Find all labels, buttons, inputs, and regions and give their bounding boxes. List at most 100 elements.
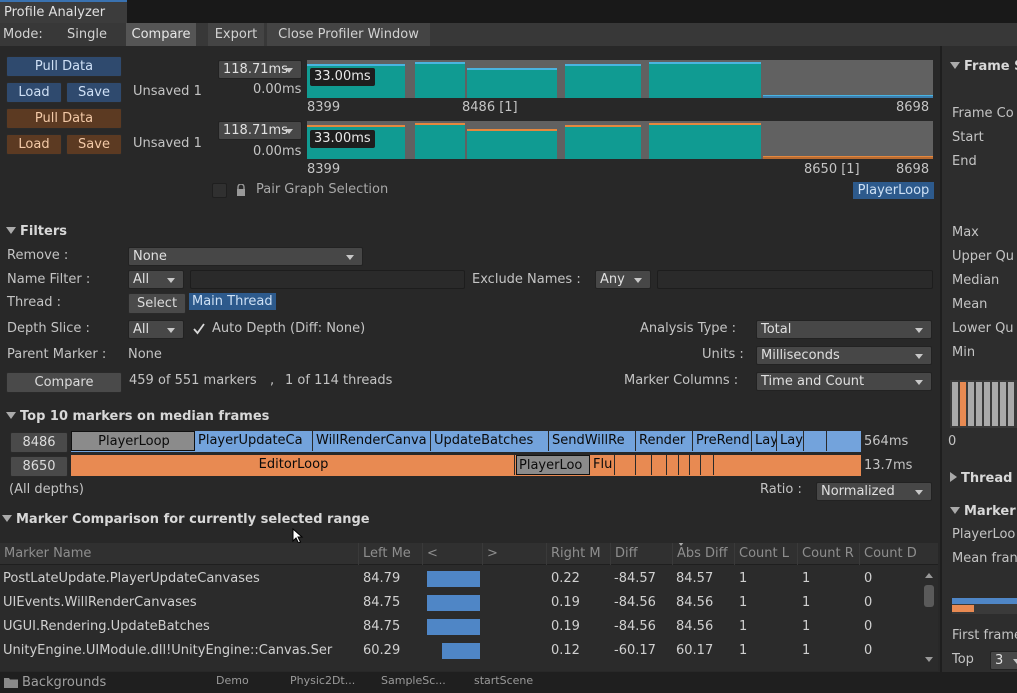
table-cell-cr: 1: [802, 571, 811, 586]
name-filter-dropdown[interactable]: All: [128, 270, 184, 289]
save-button-2[interactable]: Save: [66, 134, 122, 155]
marker-block[interactable]: Render: [637, 431, 693, 451]
marker-block[interactable]: [616, 455, 636, 475]
frame-summary-header[interactable]: Frame S: [950, 58, 1017, 76]
table-cell-abs: 84.56: [676, 619, 714, 634]
pair-selection-checkbox[interactable]: [212, 183, 227, 198]
compare-button[interactable]: Compare: [6, 372, 122, 393]
column-header[interactable]: Abs Diff: [672, 543, 734, 565]
frame-button-1[interactable]: 8486: [10, 432, 68, 453]
name-filter-input[interactable]: [190, 270, 465, 289]
units-dropdown[interactable]: Milliseconds: [756, 346, 932, 365]
marker-block[interactable]: Lay: [778, 431, 804, 451]
scene-tab[interactable]: Demo: [216, 672, 249, 689]
thread-select-button[interactable]: Select: [128, 293, 186, 314]
table-row[interactable]: PostLateUpdate.PlayerUpdateCanvases 84.79…: [0, 567, 921, 591]
marker-block[interactable]: EditorLoop: [71, 455, 515, 475]
auto-depth-checkbox[interactable]: [192, 321, 206, 337]
marker-columns-dropdown[interactable]: Time and Count: [756, 372, 932, 391]
top10-bar-1: PlayerLoop PlayerUpdateCa WillRenderCanv…: [71, 431, 861, 452]
column-header[interactable]: >: [482, 543, 546, 565]
column-header[interactable]: Right M: [546, 543, 610, 565]
mode-single-button[interactable]: Single: [56, 23, 118, 46]
scene-tab[interactable]: SampleSc...: [381, 672, 446, 689]
save-button-1[interactable]: Save: [66, 82, 122, 103]
table-cell-abs: 60.17: [676, 643, 714, 658]
range-dropdown-1[interactable]: 118.71ms: [218, 60, 302, 79]
exclude-names-label: Exclude Names :: [472, 272, 581, 287]
analysis-type-dropdown[interactable]: Total: [756, 320, 932, 339]
marker-block[interactable]: [680, 455, 690, 475]
frame-graph-1[interactable]: [307, 60, 933, 98]
thread-summary-header[interactable]: Thread: [950, 470, 1012, 488]
scroll-down-arrow-icon[interactable]: [925, 657, 933, 662]
graph-start-2: 8399: [307, 162, 341, 177]
exclude-names-input[interactable]: [657, 270, 933, 289]
column-header[interactable]: <: [422, 543, 482, 565]
marker-block[interactable]: [702, 455, 714, 475]
exclude-names-dropdown[interactable]: Any: [595, 270, 651, 289]
backgrounds-label[interactable]: Backgrounds: [22, 672, 106, 693]
marker-block[interactable]: UpdateBatches: [432, 431, 549, 451]
graph-zero-label-2: 0.00ms: [253, 144, 302, 159]
pull-data-button-1[interactable]: Pull Data: [6, 56, 122, 77]
column-header[interactable]: Count D: [859, 543, 921, 565]
frame-graph-2[interactable]: [307, 121, 933, 159]
filters-header[interactable]: Filters: [6, 223, 67, 241]
marker-mini-bar-orange: [952, 605, 974, 612]
pair-selection-label: Pair Graph Selection: [256, 182, 389, 197]
table-row[interactable]: UIEvents.WillRenderCanvases 84.75 0.19 -84.…: [0, 591, 921, 615]
thread-value: Main Thread: [189, 293, 276, 310]
mode-compare-button[interactable]: Compare: [126, 23, 196, 46]
marker-summary-header[interactable]: Marker: [950, 503, 1016, 521]
load-button-2[interactable]: Load: [6, 134, 62, 155]
scene-tab[interactable]: startScene: [474, 672, 533, 689]
column-header[interactable]: Count L: [734, 543, 797, 565]
top-dropdown[interactable]: 3: [990, 651, 1017, 670]
remove-dropdown[interactable]: None: [128, 247, 363, 266]
marker-block[interactable]: Flu: [591, 455, 615, 475]
depth-slice-dropdown[interactable]: All: [128, 320, 184, 339]
histogram-bar: [984, 382, 990, 426]
frame-button-2[interactable]: 8650: [10, 456, 68, 477]
ratio-dropdown[interactable]: Normalized: [816, 482, 932, 501]
pull-data-button-2[interactable]: Pull Data: [6, 108, 122, 129]
marker-block[interactable]: [653, 455, 667, 475]
scroll-up-arrow-icon[interactable]: [925, 573, 933, 578]
histogram-bar: [952, 382, 958, 426]
window-tab[interactable]: Profile Analyzer: [0, 0, 127, 23]
column-header[interactable]: Count R: [797, 543, 859, 565]
scene-tab[interactable]: Physic2Dt...: [290, 672, 355, 689]
marker-mini-bar-blue: [952, 598, 1017, 604]
graph-bar: [467, 68, 557, 98]
load-button-1[interactable]: Load: [6, 82, 62, 103]
table-row[interactable]: UnityEngine.UIModule.dll!UnityEngine::Ca…: [0, 639, 921, 663]
graph-bar: [415, 62, 465, 98]
marker-block[interactable]: [668, 455, 679, 475]
marker-block[interactable]: PreRend: [694, 431, 752, 451]
marker-block[interactable]: PlayerLoo: [516, 455, 590, 475]
marker-block[interactable]: PlayerUpdateCa: [196, 431, 313, 451]
column-header[interactable]: Left Me: [358, 543, 422, 565]
marker-block[interactable]: SendWillRe: [550, 431, 636, 451]
scrollbar-thumb[interactable]: [924, 585, 934, 607]
marker-block[interactable]: WillRenderCanva: [314, 431, 431, 451]
column-header[interactable]: Diff: [610, 543, 672, 565]
close-profiler-button[interactable]: Close Profiler Window: [267, 23, 430, 46]
data-status-2: Unsaved 1: [133, 136, 202, 151]
marker-block[interactable]: [691, 455, 701, 475]
table-row[interactable]: UGUI.Rendering.UpdateBatches 84.75 0.19 -84…: [0, 615, 921, 639]
top10-header[interactable]: Top 10 markers on median frames: [6, 408, 269, 426]
marker-block[interactable]: [637, 455, 652, 475]
top10-bar-2: EditorLoop PlayerLoo Flu: [71, 455, 861, 476]
marker-block[interactable]: PlayerLoop: [71, 431, 195, 451]
comparison-header[interactable]: Marker Comparison for currently selected…: [2, 511, 370, 529]
marker-block[interactable]: [805, 431, 827, 451]
range-dropdown-2[interactable]: 118.71ms: [218, 121, 302, 140]
marker-columns-label: Marker Columns :: [624, 373, 739, 388]
marker-block[interactable]: Lay: [753, 431, 777, 451]
column-header[interactable]: Marker Name: [0, 543, 358, 565]
scrollbar-track[interactable]: [922, 567, 936, 671]
title-bar: [0, 0, 1017, 23]
export-button[interactable]: Export: [208, 23, 264, 46]
